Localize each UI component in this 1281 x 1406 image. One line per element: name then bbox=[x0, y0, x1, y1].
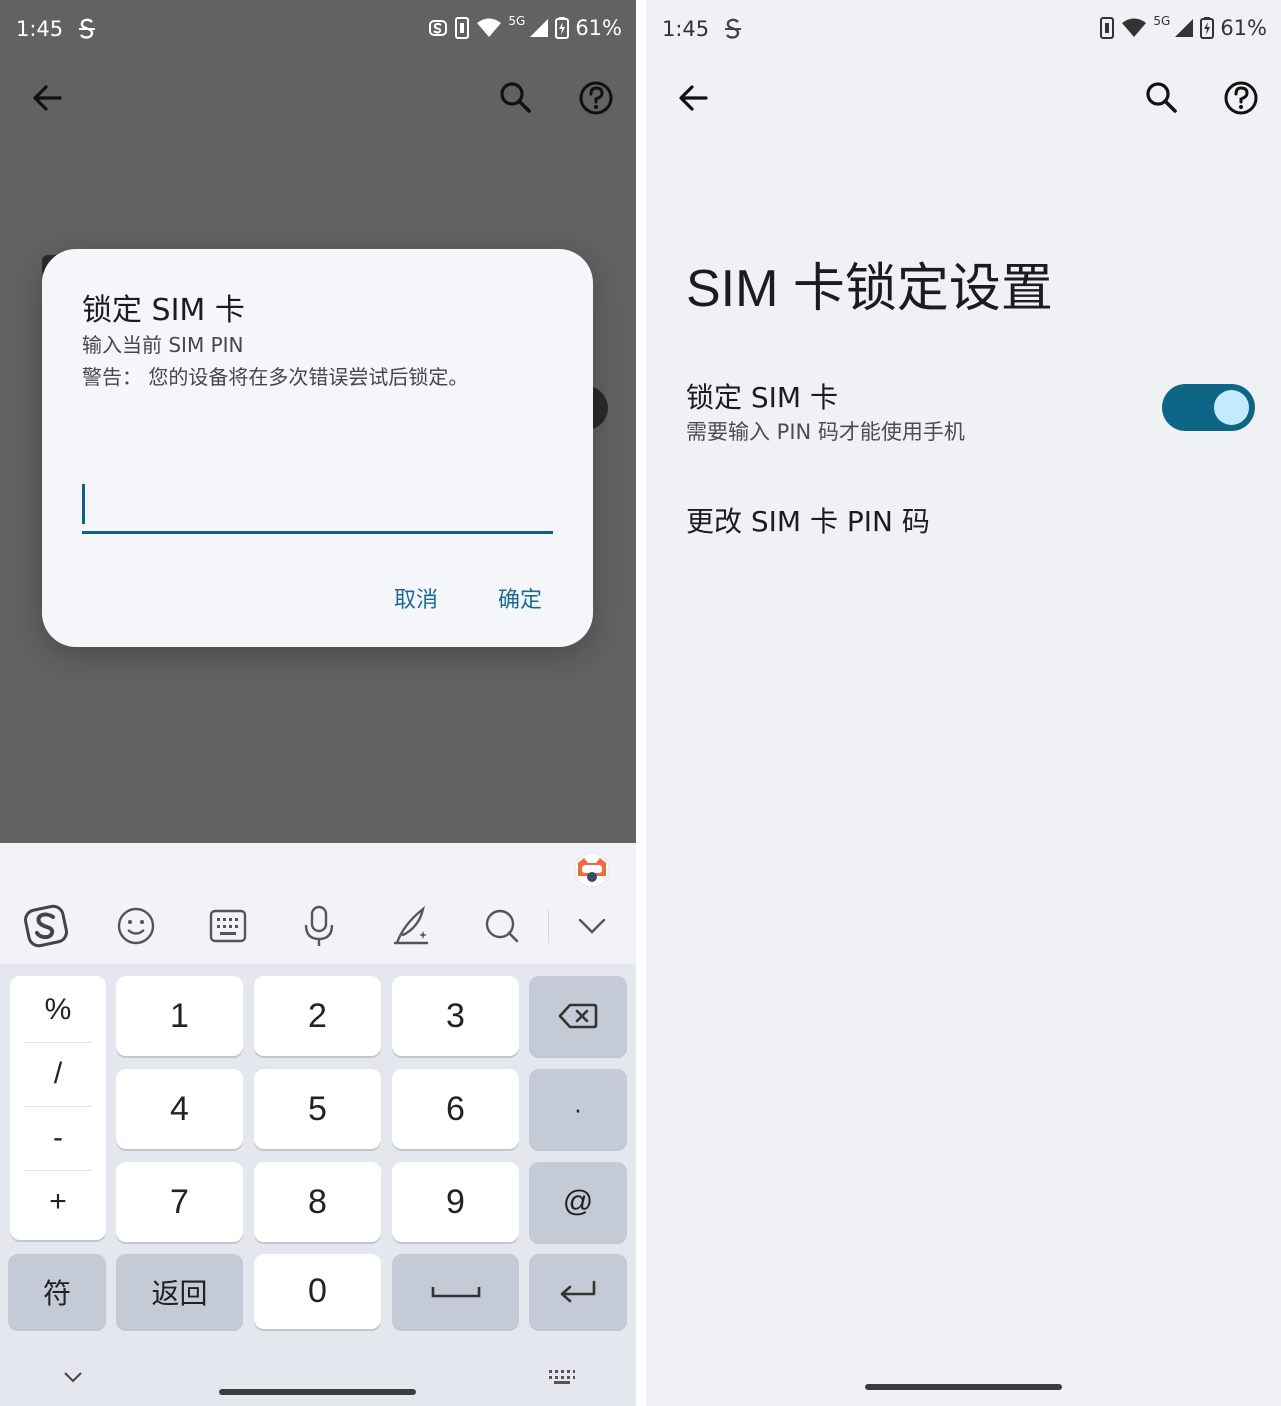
status-bar: 1:45 5G 61% bbox=[646, 0, 1281, 60]
symbol-key[interactable]: 符 bbox=[8, 1254, 106, 1329]
key-8[interactable]: 8 bbox=[254, 1162, 381, 1242]
keyboard-switch-icon[interactable] bbox=[548, 1369, 576, 1385]
space-icon bbox=[431, 1286, 480, 1297]
microphone-icon[interactable] bbox=[295, 902, 343, 950]
back-key[interactable]: 返回 bbox=[116, 1254, 243, 1329]
key-2[interactable]: 2 bbox=[254, 976, 381, 1056]
enter-icon bbox=[560, 1280, 596, 1302]
status-icons: 5G 61% bbox=[428, 14, 622, 40]
sogou-logo-icon[interactable] bbox=[22, 902, 70, 950]
key-dot[interactable]: · bbox=[529, 1069, 627, 1149]
status-icons: 5G 61% bbox=[1099, 14, 1267, 40]
key-plus[interactable]: + bbox=[10, 1170, 106, 1234]
left-screen: 1:45 5G 61% 锁定 SIM 卡 输入当前 SIM PIN 警告： 您的… bbox=[0, 0, 636, 1406]
soft-keyboard: % / - + 1 2 3 4 5 6 · 7 8 9 @ 符 返回 0 bbox=[0, 843, 636, 1406]
sogou-status-icon bbox=[79, 18, 95, 39]
search-icon[interactable] bbox=[496, 78, 536, 118]
keyboard-icon[interactable] bbox=[204, 902, 252, 950]
key-4[interactable]: 4 bbox=[116, 1069, 243, 1149]
key-5[interactable]: 5 bbox=[254, 1069, 381, 1149]
key-slash[interactable]: / bbox=[10, 1042, 106, 1106]
wifi-icon bbox=[1122, 18, 1147, 37]
key-area: % / - + 1 2 3 4 5 6 · 7 8 9 @ 符 返回 0 bbox=[0, 964, 636, 1406]
toggle-thumb bbox=[1214, 390, 1249, 425]
key-7[interactable]: 7 bbox=[116, 1162, 243, 1242]
status-time: 1:45 bbox=[16, 17, 64, 41]
space-key[interactable] bbox=[392, 1254, 519, 1329]
change-pin-preference[interactable]: 更改 SIM 卡 PIN 码 bbox=[686, 500, 930, 540]
sogou-notify-icon bbox=[429, 20, 448, 36]
help-icon[interactable] bbox=[1221, 78, 1261, 118]
key-0[interactable]: 0 bbox=[254, 1254, 381, 1329]
gesture-home-bar[interactable] bbox=[219, 1389, 416, 1395]
status-bar: 1:45 5G 61% bbox=[0, 0, 636, 60]
wifi-icon bbox=[477, 18, 502, 37]
signal-icon bbox=[1175, 19, 1194, 37]
gesture-home-bar[interactable] bbox=[865, 1384, 1062, 1390]
key-at[interactable]: @ bbox=[529, 1162, 627, 1242]
key-1[interactable]: 1 bbox=[116, 976, 243, 1056]
enter-key[interactable] bbox=[529, 1254, 627, 1329]
key-6[interactable]: 6 bbox=[392, 1069, 519, 1149]
search-icon[interactable] bbox=[1142, 78, 1182, 118]
status-time: 1:45 bbox=[662, 17, 710, 41]
hide-keyboard-icon[interactable] bbox=[62, 1370, 84, 1384]
backspace-icon bbox=[558, 1003, 598, 1029]
dialog-warning: 警告： 您的设备将在多次错误尝试后锁定。 bbox=[82, 365, 469, 389]
dimmed-settings-background: 1:45 5G 61% 锁定 SIM 卡 输入当前 SIM PIN 警告： 您的… bbox=[0, 0, 636, 843]
collapse-icon[interactable] bbox=[568, 902, 616, 950]
ok-button[interactable]: 确定 bbox=[498, 582, 542, 614]
back-arrow-icon[interactable] bbox=[28, 78, 68, 118]
sogou-status-icon bbox=[725, 18, 741, 39]
emoji-icon[interactable] bbox=[112, 902, 160, 950]
battery-icon bbox=[1200, 17, 1215, 39]
backspace-key[interactable] bbox=[529, 976, 627, 1056]
key-3[interactable]: 3 bbox=[392, 976, 519, 1056]
signal-icon bbox=[530, 19, 549, 37]
battery-icon bbox=[555, 17, 570, 39]
lock-sim-dialog: 锁定 SIM 卡 输入当前 SIM PIN 警告： 您的设备将在多次错误尝试后锁… bbox=[42, 249, 593, 647]
help-icon[interactable] bbox=[576, 78, 616, 118]
cancel-button[interactable]: 取消 bbox=[394, 582, 438, 614]
vibrate-icon bbox=[1100, 17, 1115, 39]
page-title: SIM 卡锁定设置 bbox=[686, 260, 1053, 318]
text-caret bbox=[82, 484, 85, 524]
symbol-column: % / - + bbox=[10, 976, 106, 1240]
pin-input[interactable] bbox=[82, 477, 553, 534]
dialog-title: 锁定 SIM 卡 bbox=[82, 293, 245, 328]
search-icon[interactable] bbox=[478, 902, 526, 950]
key-percent[interactable]: % bbox=[10, 978, 106, 1042]
battery-percent: 61% bbox=[1220, 16, 1267, 40]
key-9[interactable]: 9 bbox=[392, 1162, 519, 1242]
back-arrow-icon[interactable] bbox=[674, 78, 714, 118]
mascot-icon[interactable] bbox=[574, 852, 610, 888]
key-minus[interactable]: - bbox=[10, 1106, 106, 1170]
network-type-label: 5G bbox=[1153, 14, 1171, 28]
handwriting-icon[interactable] bbox=[386, 902, 434, 950]
toolbar-divider bbox=[548, 909, 549, 943]
lock-sim-summary: 需要输入 PIN 码才能使用手机 bbox=[686, 420, 965, 444]
vibrate-icon bbox=[455, 17, 470, 39]
battery-percent: 61% bbox=[575, 16, 622, 40]
dialog-subtitle: 输入当前 SIM PIN bbox=[82, 333, 244, 357]
right-screen: 1:45 5G 61% SIM 卡锁定设置 锁定 SIM 卡 需要输入 PIN … bbox=[646, 0, 1281, 1406]
lock-sim-title: 锁定 SIM 卡 bbox=[686, 381, 838, 414]
network-type-label: 5G bbox=[508, 14, 526, 28]
lock-sim-toggle[interactable] bbox=[1162, 384, 1255, 431]
